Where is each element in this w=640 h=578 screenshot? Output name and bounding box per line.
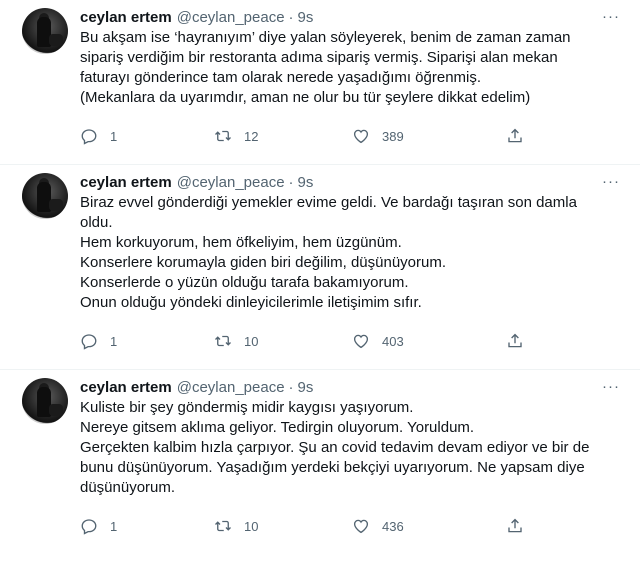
heart-icon bbox=[353, 334, 369, 349]
like-count: 389 bbox=[382, 128, 404, 144]
tweet-text-line: Kuliste bir şey göndermiş midir kaygısı … bbox=[80, 399, 414, 416]
share-icon bbox=[508, 333, 522, 348]
like-count: 403 bbox=[382, 333, 404, 349]
avatar-dog bbox=[49, 34, 63, 46]
tweet-text: Biraz evvel gönderdiği yemekler evime ge… bbox=[80, 193, 626, 313]
tweet-content: ceylan ertem @ceylan_peace · 9s Kuliste … bbox=[80, 370, 626, 548]
tweet-text-line: oldu. bbox=[80, 214, 113, 231]
like-button[interactable]: 389 bbox=[352, 127, 506, 145]
retweet-count: 10 bbox=[244, 518, 259, 534]
retweet-icon bbox=[215, 520, 231, 532]
reply-button[interactable]: 1 bbox=[80, 517, 214, 535]
avatar[interactable] bbox=[22, 8, 68, 54]
like-button[interactable]: 436 bbox=[352, 517, 506, 535]
tweet-text-line: Biraz evvel gönderdiği yemekler evime ge… bbox=[80, 194, 577, 211]
reply-icon bbox=[81, 129, 97, 145]
share-button[interactable] bbox=[506, 332, 524, 350]
timeline: ··· ceylan ertem @ceylan_peace · 9s Bu a… bbox=[0, 0, 640, 548]
retweet-count: 12 bbox=[244, 128, 259, 144]
share-icon bbox=[508, 128, 522, 143]
reply-count: 1 bbox=[110, 128, 118, 144]
share-button[interactable] bbox=[506, 517, 524, 535]
tweet-text-line: Konserlerde o yüzün olduğu tarafa bakamı… bbox=[80, 274, 409, 291]
reply-button[interactable]: 1 bbox=[80, 332, 214, 350]
reply-icon bbox=[81, 334, 97, 350]
retweet-icon bbox=[215, 130, 231, 142]
tweet-text: Bu akşam ise ‘hayranıyım’ diye yalan söy… bbox=[80, 28, 626, 108]
tweet-text-line: bunu düşünüyorum. Yaşadığım yerdeki bekç… bbox=[80, 459, 585, 476]
display-name[interactable]: ceylan ertem bbox=[80, 174, 172, 191]
avatar[interactable] bbox=[22, 378, 68, 424]
timestamp[interactable]: 9s bbox=[298, 174, 314, 191]
reply-button[interactable]: 1 bbox=[80, 127, 214, 145]
reply-icon bbox=[81, 519, 97, 535]
user-handle[interactable]: @ceylan_peace bbox=[177, 174, 285, 191]
avatar-dog bbox=[49, 199, 63, 211]
more-icon[interactable]: ··· bbox=[602, 8, 620, 25]
timestamp[interactable]: 9s bbox=[298, 9, 314, 26]
tweet-content: ceylan ertem @ceylan_peace · 9s Biraz ev… bbox=[80, 165, 626, 363]
retweet-count: 10 bbox=[244, 333, 259, 349]
display-name[interactable]: ceylan ertem bbox=[80, 9, 172, 26]
like-button[interactable]: 403 bbox=[352, 332, 506, 350]
tweet-text-line: Bu akşam ise ‘hayranıyım’ diye yalan söy… bbox=[80, 29, 571, 46]
retweet-button[interactable]: 10 bbox=[214, 332, 352, 350]
heart-icon bbox=[353, 129, 369, 144]
heart-icon bbox=[353, 519, 369, 534]
share-button[interactable] bbox=[506, 127, 524, 145]
tweet-actions: 1 10 403 bbox=[80, 319, 626, 363]
avatar[interactable] bbox=[22, 173, 68, 219]
like-count: 436 bbox=[382, 518, 404, 534]
tweet-text-line: sipariş verdiğim bir restoranta adıma si… bbox=[80, 49, 558, 66]
more-icon[interactable]: ··· bbox=[602, 173, 620, 190]
separator-dot: · bbox=[288, 8, 294, 26]
reply-count: 1 bbox=[110, 518, 118, 534]
tweet-text-line: Onun olduğu yöndeki dinleyicilerimle ile… bbox=[80, 294, 422, 311]
retweet-icon bbox=[215, 335, 231, 347]
tweet-actions: 1 12 389 bbox=[80, 114, 626, 158]
more-icon[interactable]: ··· bbox=[602, 378, 620, 395]
user-handle[interactable]: @ceylan_peace bbox=[177, 9, 285, 26]
avatar-dog bbox=[49, 404, 63, 416]
tweet-text-line: (Mekanlara da uyarımdır, aman ne olur bu… bbox=[80, 89, 531, 106]
display-name[interactable]: ceylan ertem bbox=[80, 379, 172, 396]
tweet[interactable]: ··· ceylan ertem @ceylan_peace · 9s Bu a… bbox=[0, 0, 640, 165]
tweet-text-line: Gerçekten kalbim hızla çarpıyor. Şu an c… bbox=[80, 439, 590, 456]
tweet-text-line: Nereye gitsem aklıma geliyor. Tedirgin o… bbox=[80, 419, 475, 436]
tweet-text-line: düşünüyorum. bbox=[80, 479, 176, 496]
tweet-header: ceylan ertem @ceylan_peace · 9s bbox=[80, 376, 626, 398]
tweet-text-line: Konserlere korumayla giden biri değilim,… bbox=[80, 254, 447, 271]
tweet-header: ceylan ertem @ceylan_peace · 9s bbox=[80, 6, 626, 28]
retweet-button[interactable]: 10 bbox=[214, 517, 352, 535]
tweet-text-line: Hem korkuyorum, hem öfkeliyim, hem üzgün… bbox=[80, 234, 402, 251]
timestamp[interactable]: 9s bbox=[298, 379, 314, 396]
tweet-text-line: faturayı gönderince tam olarak nerede ya… bbox=[80, 69, 482, 86]
tweet-actions: 1 10 436 bbox=[80, 504, 626, 548]
tweet[interactable]: ··· ceylan ertem @ceylan_peace · 9s Kuli… bbox=[0, 370, 640, 548]
tweet[interactable]: ··· ceylan ertem @ceylan_peace · 9s Bira… bbox=[0, 165, 640, 370]
reply-count: 1 bbox=[110, 333, 118, 349]
user-handle[interactable]: @ceylan_peace bbox=[177, 379, 285, 396]
share-icon bbox=[508, 518, 522, 533]
retweet-button[interactable]: 12 bbox=[214, 127, 352, 145]
tweet-text: Kuliste bir şey göndermiş midir kaygısı … bbox=[80, 398, 626, 498]
tweet-content: ceylan ertem @ceylan_peace · 9s Bu akşam… bbox=[80, 0, 626, 158]
separator-dot: · bbox=[288, 173, 294, 191]
tweet-header: ceylan ertem @ceylan_peace · 9s bbox=[80, 171, 626, 193]
separator-dot: · bbox=[288, 378, 294, 396]
